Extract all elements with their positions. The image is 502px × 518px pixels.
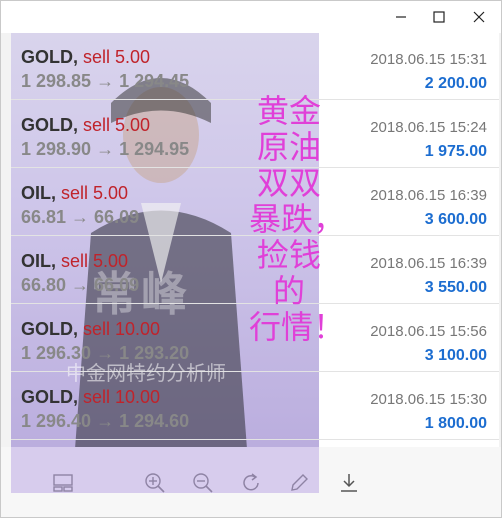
symbol-name: GOLD, bbox=[21, 47, 78, 67]
title-bar bbox=[1, 1, 501, 33]
maximize-icon[interactable] bbox=[419, 1, 459, 33]
trade-symbol: OIL, sell 5.00 bbox=[21, 251, 128, 272]
symbol-name: GOLD, bbox=[21, 319, 78, 339]
trade-profit: 3 550.00 bbox=[424, 279, 487, 296]
overlay-line: 黄金 bbox=[256, 92, 321, 130]
overlay-line: 原油 bbox=[256, 128, 321, 166]
trade-symbol: GOLD, sell 5.00 bbox=[21, 115, 150, 136]
close-icon[interactable] bbox=[459, 1, 499, 33]
symbol-name: OIL, bbox=[21, 183, 56, 203]
promo-overlay-text: 黄金 原油 双双 暴跌， 捡钱 的 行情！ bbox=[249, 92, 346, 346]
photo-bottom-strip bbox=[11, 447, 319, 493]
trade-price: 66.80 → 66.09 bbox=[21, 275, 140, 295]
trade-time: 2018.06.15 15:24 bbox=[370, 119, 487, 136]
trade-time: 2018.06.15 16:39 bbox=[370, 187, 487, 204]
trade-profit: 1 975.00 bbox=[424, 143, 487, 160]
trade-symbol: GOLD, sell 10.00 bbox=[21, 319, 160, 340]
trade-price: 1 298.85 → 1 294.45 bbox=[21, 71, 190, 91]
trade-type: sell 10.00 bbox=[83, 387, 161, 407]
trade-symbol: GOLD, sell 10.00 bbox=[21, 387, 160, 408]
overlay-line: 行情！ bbox=[249, 308, 346, 346]
trade-profit: 2 200.00 bbox=[424, 75, 487, 92]
trade-symbol: OIL, sell 5.00 bbox=[21, 183, 128, 204]
minimize-icon[interactable] bbox=[381, 1, 421, 33]
trade-time: 2018.06.15 16:39 bbox=[370, 255, 487, 272]
overlay-line: 捡钱 bbox=[256, 236, 321, 274]
overlay-line: 的 bbox=[272, 272, 305, 310]
trade-profit: 3 100.00 bbox=[424, 347, 487, 364]
trade-time: 2018.06.15 15:30 bbox=[370, 391, 487, 408]
trade-type: sell 5.00 bbox=[83, 47, 151, 67]
app-window: 常峰 中金网特约分析师 GOLD, sell 5.00 1 298.85 → 1… bbox=[0, 0, 502, 518]
trade-price: 1 298.90 → 1 294.95 bbox=[21, 139, 190, 159]
trade-profit: 1 800.00 bbox=[424, 415, 487, 432]
trade-row[interactable]: GOLD, sell 10.00 1 296.40 → 1 294.60 201… bbox=[11, 373, 499, 440]
symbol-name: GOLD, bbox=[21, 387, 78, 407]
trade-type: sell 5.00 bbox=[83, 115, 151, 135]
trade-symbol: GOLD, sell 5.00 bbox=[21, 47, 150, 68]
overlay-line: 双双 bbox=[256, 164, 321, 202]
overlay-line: 暴跌， bbox=[249, 200, 346, 238]
trade-row[interactable]: GOLD, sell 5.00 1 298.85 → 1 294.45 2018… bbox=[11, 33, 499, 100]
trade-time: 2018.06.15 15:31 bbox=[370, 51, 487, 68]
trade-price: 1 296.30 → 1 293.20 bbox=[21, 343, 190, 363]
trade-type: sell 5.00 bbox=[61, 183, 129, 203]
trade-profit: 3 600.00 bbox=[424, 211, 487, 228]
trade-price: 1 296.40 → 1 294.60 bbox=[21, 411, 190, 431]
trade-type: sell 5.00 bbox=[61, 251, 129, 271]
download-icon[interactable] bbox=[335, 469, 363, 497]
trade-type: sell 10.00 bbox=[83, 319, 161, 339]
trade-list: 常峰 中金网特约分析师 GOLD, sell 5.00 1 298.85 → 1… bbox=[11, 33, 499, 493]
trade-time: 2018.06.15 15:56 bbox=[370, 323, 487, 340]
symbol-name: OIL, bbox=[21, 251, 56, 271]
trade-price: 66.81 → 66.09 bbox=[21, 207, 140, 227]
symbol-name: GOLD, bbox=[21, 115, 78, 135]
